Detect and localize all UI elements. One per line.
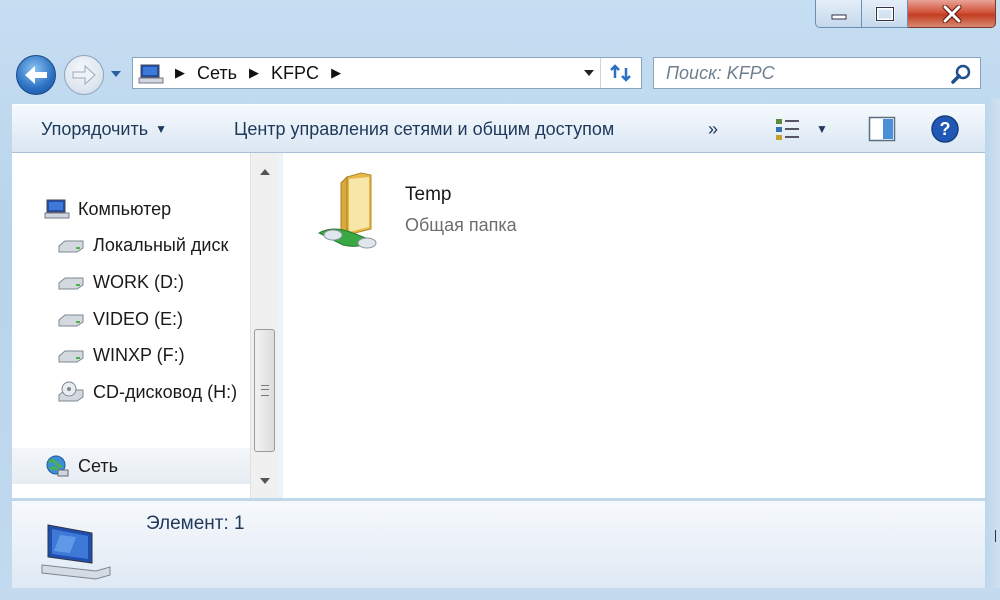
sidebar-item-label: VIDEO (E:) — [93, 309, 184, 329]
forward-arrow-icon — [72, 64, 96, 86]
back-button[interactable] — [16, 55, 56, 95]
window-controls — [815, 0, 996, 30]
grip-icon — [260, 385, 269, 396]
breadcrumb-separator-icon[interactable]: ▶ — [175, 65, 185, 81]
cd-drive-icon — [57, 381, 85, 403]
computer-icon — [40, 519, 112, 586]
back-arrow-icon — [25, 66, 47, 84]
change-view-button[interactable]: ▼ — [774, 105, 828, 153]
close-button[interactable] — [908, 0, 996, 28]
minimize-icon — [831, 14, 846, 19]
drive-icon — [57, 348, 85, 364]
chevron-up-icon — [260, 169, 270, 175]
network-center-label: Центр управления сетями и общим доступом — [234, 118, 615, 139]
list-item[interactable]: Temp Общая папка — [313, 169, 517, 253]
sidebar-item-winxp-drive[interactable]: WINXP (F:) — [57, 345, 185, 366]
folder-name: Temp — [405, 184, 452, 205]
sidebar-item-label: CD-дисковод (H:) — [93, 381, 238, 402]
sidebar-item-work-drive[interactable]: WORK (D:) — [57, 272, 184, 293]
chevron-down-icon — [111, 71, 121, 77]
forward-button[interactable] — [64, 55, 104, 95]
more-commands-button[interactable]: » — [708, 105, 718, 153]
recent-pages-button[interactable] — [109, 68, 123, 80]
navigation-scrollbar[interactable] — [250, 153, 278, 498]
computer-icon — [44, 198, 70, 220]
organize-label: Упорядочить — [41, 118, 149, 139]
sidebar-item-label: WINXP (F:) — [93, 345, 185, 365]
breadcrumb-kfpc[interactable]: KFPC — [269, 63, 321, 84]
navigation-pane: Компьютер Локальный диск WORK (D:) VIDEO… — [12, 153, 250, 498]
maximize-button[interactable] — [862, 0, 908, 28]
details-pane: Элемент: 1 — [12, 500, 985, 588]
sidebar-item-label: Сеть — [78, 455, 119, 476]
window-border-right — [985, 98, 1000, 598]
breadcrumb-separator-icon[interactable]: ▶ — [331, 65, 341, 81]
border-mark — [995, 530, 996, 542]
network-center-button[interactable]: Центр управления сетями и общим доступом — [234, 105, 614, 153]
search-icon[interactable] — [950, 63, 972, 90]
refresh-button[interactable] — [600, 58, 641, 88]
sidebar-item-network[interactable]: Сеть — [12, 448, 250, 484]
drive-icon — [57, 312, 85, 328]
breadcrumb-network[interactable]: Сеть — [195, 63, 239, 84]
drive-icon — [57, 275, 85, 291]
preview-pane-icon — [868, 116, 896, 142]
breadcrumb-separator-icon[interactable]: ▶ — [249, 65, 259, 81]
scroll-up-button[interactable] — [259, 163, 271, 181]
chevron-down-icon: ▼ — [816, 122, 828, 136]
help-icon: ? — [931, 115, 959, 143]
file-list: Temp Общая папка — [283, 153, 985, 498]
search-input[interactable] — [654, 61, 938, 85]
preview-pane-button[interactable] — [868, 105, 896, 153]
window-border-bottom — [0, 588, 1000, 600]
svg-text:?: ? — [940, 119, 951, 139]
chevron-down-icon — [260, 478, 270, 484]
scroll-down-button[interactable] — [259, 472, 271, 490]
item-count: Элемент: 1 — [146, 513, 245, 534]
network-computer-icon — [137, 61, 165, 85]
minimize-button[interactable] — [815, 0, 862, 28]
sidebar-item-computer[interactable]: Компьютер — [44, 198, 171, 220]
network-icon — [44, 454, 70, 478]
shared-folder-icon — [317, 172, 377, 249]
chevron-down-icon — [584, 70, 594, 76]
search-box[interactable] — [653, 57, 981, 89]
sidebar-item-video-drive[interactable]: VIDEO (E:) — [57, 309, 183, 330]
views-icon — [776, 119, 799, 140]
sidebar-item-label: WORK (D:) — [93, 272, 184, 292]
folder-type: Общая папка — [405, 215, 517, 235]
refresh-icon — [610, 64, 631, 82]
maximize-icon — [875, 6, 894, 21]
sidebar-item-label: Компьютер — [78, 198, 172, 219]
organize-button[interactable]: Упорядочить ▼ — [41, 105, 167, 153]
help-button[interactable]: ? — [930, 105, 960, 153]
address-bar[interactable]: ▶ Сеть ▶ KFPC ▶ — [132, 57, 642, 89]
address-dropdown-button[interactable] — [579, 58, 599, 88]
command-bar: Упорядочить ▼ Центр управления сетями и … — [12, 104, 985, 153]
close-icon — [942, 4, 961, 23]
scrollbar-thumb[interactable] — [254, 329, 275, 452]
more-commands-icon: » — [708, 118, 719, 139]
sidebar-item-local-disk[interactable]: Локальный диск — [57, 235, 228, 256]
drive-icon — [57, 238, 85, 254]
sidebar-item-cd-drive[interactable]: CD-дисковод (H:) — [57, 381, 237, 403]
chevron-down-icon: ▼ — [155, 122, 168, 136]
sidebar-item-label: Локальный диск — [93, 235, 229, 255]
